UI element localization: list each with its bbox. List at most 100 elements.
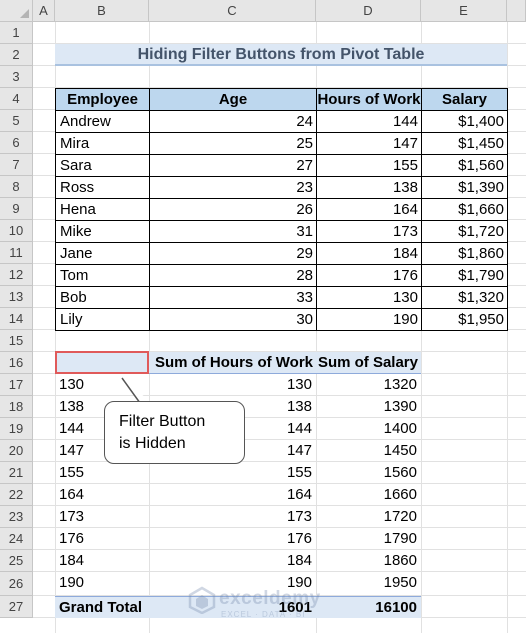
pivot-cell[interactable]: 173 <box>149 506 316 528</box>
table-cell[interactable]: 173 <box>316 220 422 243</box>
table-cell[interactable]: 31 <box>149 220 317 243</box>
column-header-a[interactable]: A <box>33 0 55 22</box>
table-cell[interactable]: $1,720 <box>421 220 508 243</box>
table-cell[interactable]: 25 <box>149 132 317 155</box>
column-header-b[interactable]: B <box>55 0 149 22</box>
table-cell[interactable]: 29 <box>149 242 317 265</box>
pivot-cell[interactable]: 164 <box>149 484 316 506</box>
table-cell[interactable]: Bob <box>55 286 150 309</box>
table-cell[interactable]: $1,390 <box>421 176 508 199</box>
table-cell[interactable]: $1,860 <box>421 242 508 265</box>
table-cell[interactable]: 190 <box>316 308 422 331</box>
table-cell[interactable]: Ross <box>55 176 150 199</box>
table-header-salary[interactable]: Salary <box>421 88 508 111</box>
pivot-cell[interactable]: 1790 <box>316 528 421 550</box>
table-cell[interactable]: 33 <box>149 286 317 309</box>
table-cell[interactable]: Andrew <box>55 110 150 133</box>
table-cell[interactable]: Sara <box>55 154 150 177</box>
table-cell[interactable]: 30 <box>149 308 317 331</box>
row-header-3[interactable]: 3 <box>0 66 33 88</box>
column-header-c[interactable]: C <box>149 0 316 22</box>
table-cell[interactable]: Jane <box>55 242 150 265</box>
pivot-cell[interactable]: 155 <box>55 462 149 484</box>
row-header-1[interactable]: 1 <box>0 22 33 44</box>
selected-cell-b16[interactable] <box>55 351 149 374</box>
table-cell[interactable]: Mira <box>55 132 150 155</box>
column-header-e[interactable]: E <box>421 0 507 22</box>
sheet-title[interactable]: Hiding Filter Buttons from Pivot Table <box>55 44 507 66</box>
table-header-hours-of-work[interactable]: Hours of Work <box>316 88 422 111</box>
pivot-cell[interactable]: 176 <box>149 528 316 550</box>
table-cell[interactable]: 176 <box>316 264 422 287</box>
table-cell[interactable]: 147 <box>316 132 422 155</box>
row-header-13[interactable]: 13 <box>0 286 33 308</box>
pivot-cell[interactable]: 1450 <box>316 440 421 462</box>
table-cell[interactable]: 155 <box>316 154 422 177</box>
row-header-24[interactable]: 24 <box>0 528 33 550</box>
pivot-grand-total-label[interactable]: Grand Total <box>55 596 149 618</box>
row-header-26[interactable]: 26 <box>0 572 33 596</box>
pivot-cell[interactable]: 130 <box>149 374 316 396</box>
pivot-cell[interactable]: 173 <box>55 506 149 528</box>
table-cell[interactable]: 26 <box>149 198 317 221</box>
column-header-d[interactable]: D <box>316 0 421 22</box>
row-header-23[interactable]: 23 <box>0 506 33 528</box>
row-header-11[interactable]: 11 <box>0 242 33 264</box>
row-header-18[interactable]: 18 <box>0 396 33 418</box>
table-cell[interactable]: $1,320 <box>421 286 508 309</box>
pivot-cell[interactable]: 155 <box>149 462 316 484</box>
table-cell[interactable]: $1,450 <box>421 132 508 155</box>
row-header-4[interactable]: 4 <box>0 88 33 110</box>
pivot-header-sum-salary[interactable]: Sum of Salary <box>316 352 421 374</box>
row-header-19[interactable]: 19 <box>0 418 33 440</box>
row-header-9[interactable]: 9 <box>0 198 33 220</box>
pivot-header-sum-hours[interactable]: Sum of Hours of Work <box>149 352 316 374</box>
pivot-cell[interactable]: 1400 <box>316 418 421 440</box>
pivot-cell[interactable]: 176 <box>55 528 149 550</box>
pivot-cell[interactable]: 1860 <box>316 550 421 572</box>
pivot-cell[interactable]: 1660 <box>316 484 421 506</box>
row-header-5[interactable]: 5 <box>0 110 33 132</box>
table-cell[interactable]: 144 <box>316 110 422 133</box>
pivot-cell[interactable]: 184 <box>149 550 316 572</box>
row-header-25[interactable]: 25 <box>0 550 33 572</box>
pivot-cell[interactable]: 1720 <box>316 506 421 528</box>
table-cell[interactable]: 27 <box>149 154 317 177</box>
table-cell[interactable]: Mike <box>55 220 150 243</box>
pivot-cell[interactable]: 1560 <box>316 462 421 484</box>
table-cell[interactable]: Tom <box>55 264 150 287</box>
table-cell[interactable]: $1,560 <box>421 154 508 177</box>
table-cell[interactable]: $1,790 <box>421 264 508 287</box>
pivot-cell[interactable]: 190 <box>55 572 149 594</box>
table-cell[interactable]: Hena <box>55 198 150 221</box>
row-header-7[interactable]: 7 <box>0 154 33 176</box>
table-cell[interactable]: 130 <box>316 286 422 309</box>
row-header-14[interactable]: 14 <box>0 308 33 330</box>
row-header-12[interactable]: 12 <box>0 264 33 286</box>
row-header-6[interactable]: 6 <box>0 132 33 154</box>
row-header-20[interactable]: 20 <box>0 440 33 462</box>
row-header-2[interactable]: 2 <box>0 44 33 66</box>
table-cell[interactable]: 23 <box>149 176 317 199</box>
row-header-10[interactable]: 10 <box>0 220 33 242</box>
table-header-age[interactable]: Age <box>149 88 317 111</box>
pivot-cell[interactable]: 1320 <box>316 374 421 396</box>
pivot-cell[interactable]: 1390 <box>316 396 421 418</box>
table-header-employee[interactable]: Employee <box>55 88 150 111</box>
row-header-17[interactable]: 17 <box>0 374 33 396</box>
row-header-15[interactable]: 15 <box>0 330 33 352</box>
row-header-22[interactable]: 22 <box>0 484 33 506</box>
row-header-27[interactable]: 27 <box>0 596 33 618</box>
table-cell[interactable]: 28 <box>149 264 317 287</box>
row-header-21[interactable]: 21 <box>0 462 33 484</box>
pivot-cell[interactable]: 164 <box>55 484 149 506</box>
table-cell[interactable]: 184 <box>316 242 422 265</box>
table-cell[interactable]: $1,400 <box>421 110 508 133</box>
table-cell[interactable]: Lily <box>55 308 150 331</box>
table-cell[interactable]: 138 <box>316 176 422 199</box>
select-all-corner[interactable] <box>0 0 33 22</box>
pivot-cell[interactable]: 184 <box>55 550 149 572</box>
table-cell[interactable]: 24 <box>149 110 317 133</box>
table-cell[interactable]: 164 <box>316 198 422 221</box>
row-header-16[interactable]: 16 <box>0 352 33 374</box>
